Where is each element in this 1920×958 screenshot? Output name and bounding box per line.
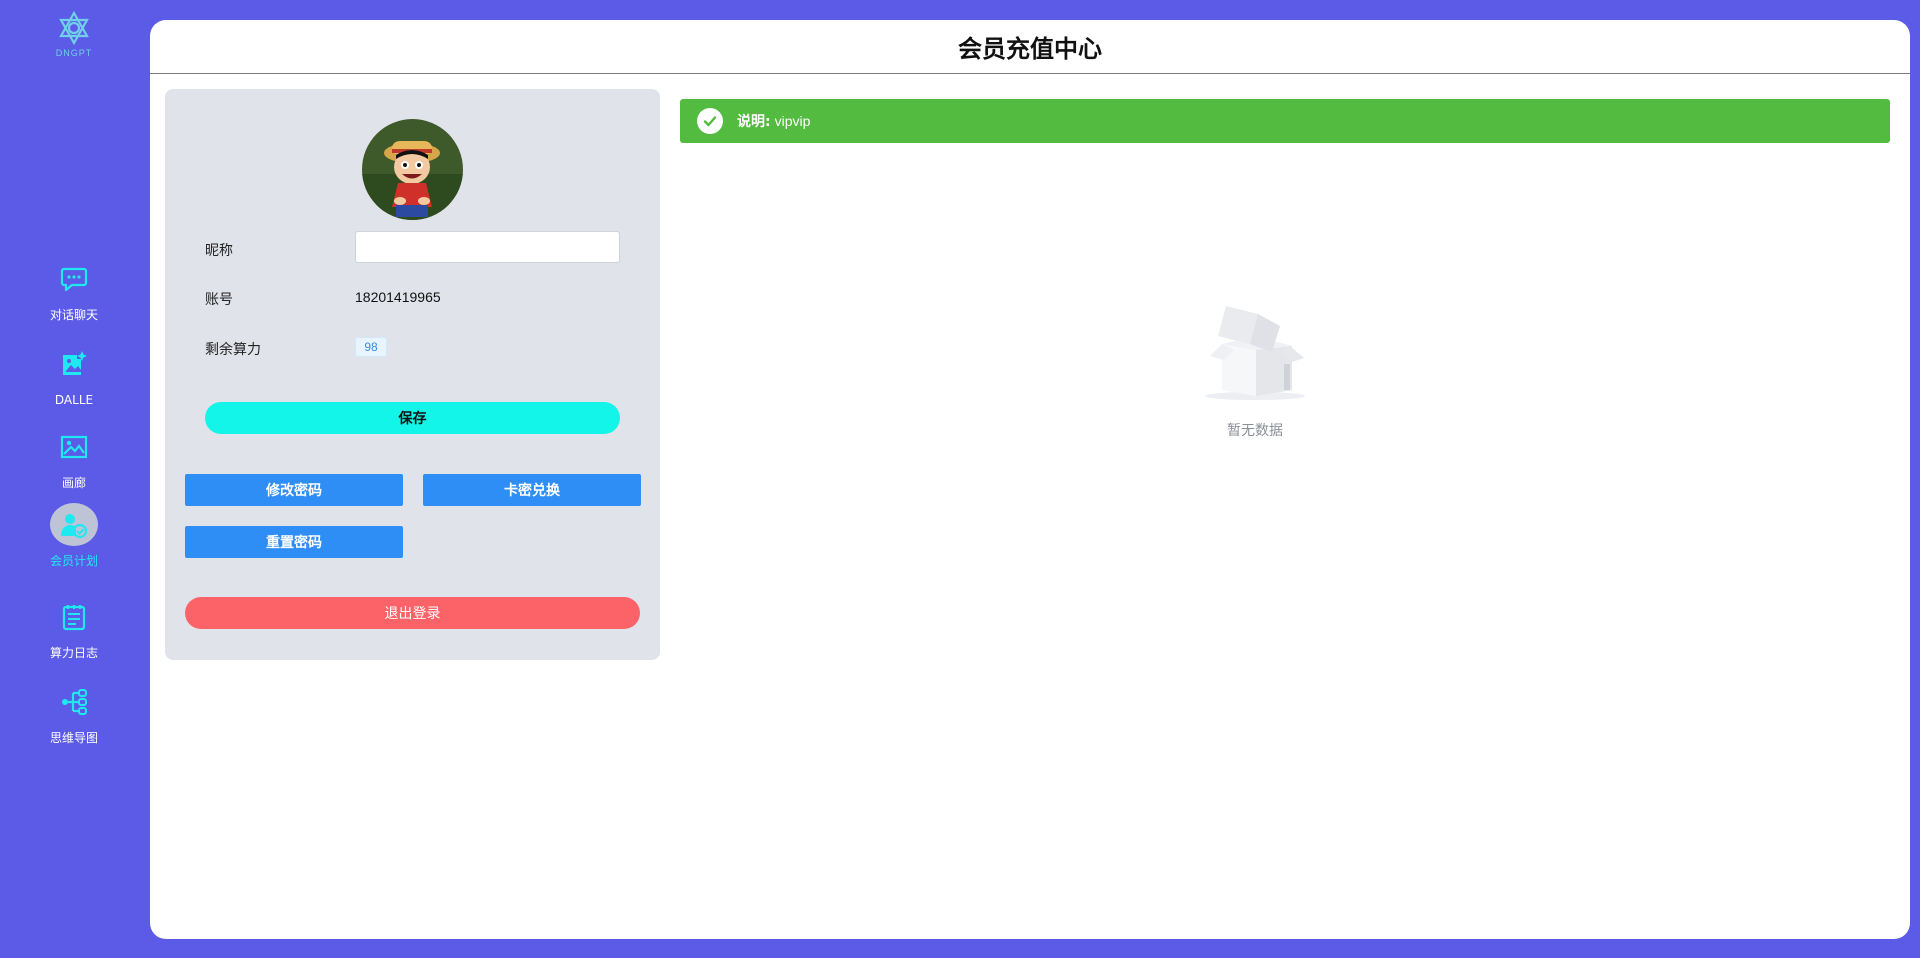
gallery-icon (60, 435, 88, 458)
empty-box-icon (1205, 306, 1305, 400)
sidebar-item-mindmap[interactable]: 思维导图 (0, 680, 148, 746)
mindmap-icon (62, 688, 87, 715)
sidebar-item-member-plan[interactable]: 会员计划 (0, 503, 148, 569)
logo-text: DNGPT (55, 48, 93, 58)
nickname-input[interactable] (355, 231, 620, 263)
notice-alert: 说明: vipvip (680, 99, 1890, 143)
sidebar-item-label: 思维导图 (49, 731, 98, 745)
account-label: 账号 (205, 292, 233, 308)
notice-text: vipvip (774, 113, 811, 129)
avatar[interactable] (362, 119, 463, 220)
sidebar-item-label: 对话聊天 (49, 308, 98, 322)
logo-icon (59, 10, 89, 46)
change-password-button[interactable]: 修改密码 (185, 474, 403, 506)
main-panel: 会员充值中心 昵称 账号 18201419965 剩余算力 98 保存 修改密码… (150, 20, 1910, 939)
sidebar-item-chat[interactable]: 对话聊天 (0, 257, 148, 323)
profile-card: 昵称 账号 18201419965 剩余算力 98 保存 修改密码 卡密兑换 重… (165, 89, 660, 660)
sidebar: DNGPT 对话聊天 DALLE 画廊 会员计划 算力日志 思维导图 (0, 0, 148, 958)
sidebar-item-label: 会员计划 (49, 554, 98, 568)
page-header: 会员充值中心 (150, 20, 1910, 74)
sidebar-item-dalle[interactable]: DALLE (0, 341, 148, 407)
account-value: 18201419965 (355, 289, 441, 305)
logout-button[interactable]: 退出登录 (185, 597, 640, 629)
card-redeem-button[interactable]: 卡密兑换 (423, 474, 641, 506)
sidebar-item-label: 画廊 (61, 476, 86, 490)
log-icon (62, 604, 86, 630)
page-title: 会员充值中心 (958, 35, 1102, 63)
empty-state: 暂无数据 (1185, 300, 1325, 440)
sidebar-item-label: 算力日志 (49, 646, 98, 660)
remaining-power-badge: 98 (355, 337, 387, 357)
empty-text: 暂无数据 (1227, 423, 1283, 439)
save-button[interactable]: 保存 (205, 402, 620, 434)
nickname-label: 昵称 (205, 243, 233, 259)
avatar-image (362, 119, 463, 220)
app-logo[interactable]: DNGPT (54, 10, 94, 60)
check-circle-icon (697, 108, 723, 134)
chat-icon (60, 267, 88, 291)
sidebar-item-label: DALLE (54, 393, 94, 407)
sidebar-item-gallery[interactable]: 画廊 (0, 425, 148, 491)
reset-password-button[interactable]: 重置密码 (185, 526, 403, 558)
image-sparkle-icon (63, 351, 87, 375)
member-icon (61, 513, 88, 538)
sidebar-item-power-log[interactable]: 算力日志 (0, 595, 148, 661)
remaining-power-label: 剩余算力 (205, 342, 261, 358)
notice-label: 说明: (737, 114, 771, 130)
